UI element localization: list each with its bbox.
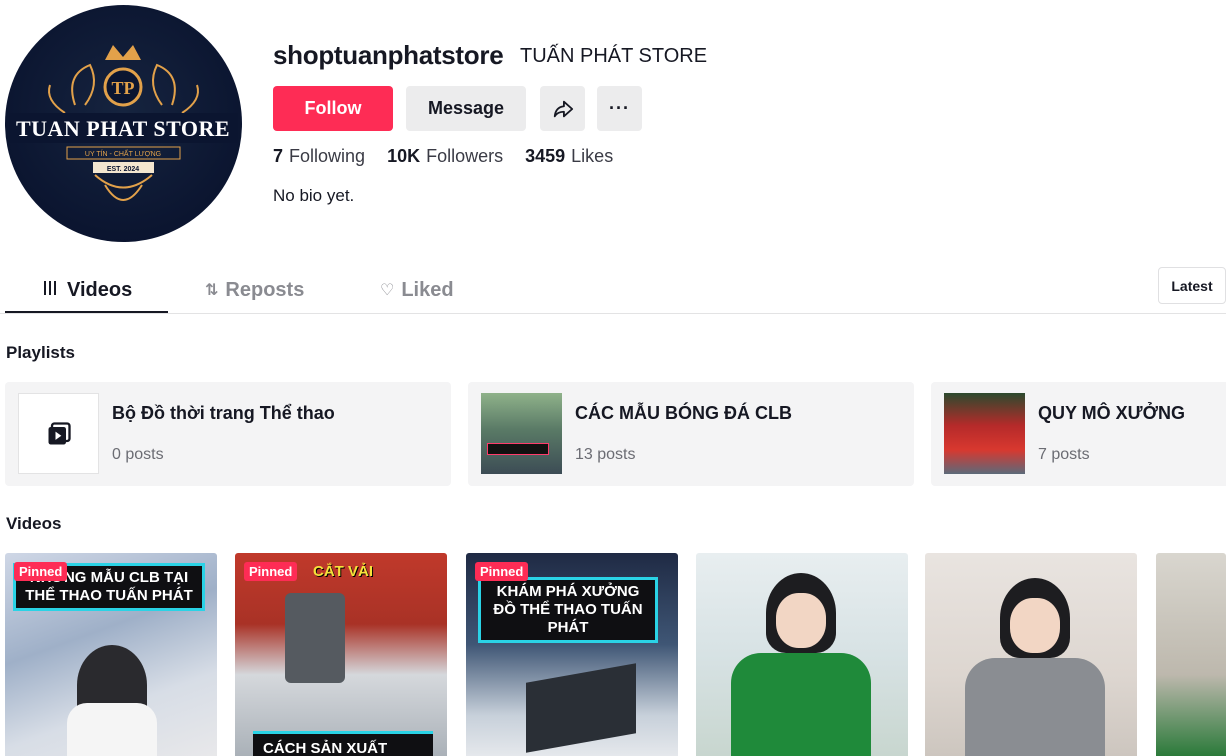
tab-liked[interactable]: ♡ Liked — [380, 266, 454, 314]
playlist-count: 13 posts — [575, 446, 636, 463]
tab-reposts-label: Reposts — [225, 278, 305, 301]
logo-est: EST. 2024 — [107, 166, 139, 173]
following-label: Following — [289, 146, 366, 166]
sort-latest-button[interactable]: Latest — [1158, 267, 1226, 304]
playlist-card[interactable]: CÁC MẪU BÓNG ĐÁ CLB 13 posts — [468, 382, 914, 486]
playlist-count: 0 posts — [112, 446, 164, 463]
video-caption: KHÁM PHÁ XƯỞNG ĐỒ THỂ THAO TUẤN PHÁT — [478, 577, 658, 643]
playlists-heading: Playlists — [6, 343, 75, 362]
tab-active-indicator — [5, 311, 168, 313]
logo-tagline: UY TÍN - CHẤT LƯỢNG — [85, 148, 161, 158]
likes-count: 3459 — [525, 146, 566, 166]
following-stat[interactable]: 7 Following — [273, 146, 365, 167]
share-button[interactable] — [540, 86, 585, 131]
more-options-button[interactable]: ··· — [597, 86, 642, 131]
profile-tabs: Videos ⇅ Reposts ♡ Liked — [0, 266, 1226, 314]
pinned-badge: Pinned — [475, 562, 529, 581]
follow-button[interactable]: Follow — [273, 86, 393, 131]
nickname: TUẤN PHÁT STORE — [520, 45, 708, 67]
pinned-badge: Pinned — [244, 562, 298, 581]
share-icon — [553, 100, 573, 117]
video-card[interactable]: Pinned NHỮNG MẪU CLB TẠI THỂ THAO TUẤN P… — [5, 553, 217, 756]
video-card[interactable]: Pinned KHÁM PHÁ XƯỞNG ĐỒ THỂ THAO TUẤN P… — [466, 553, 678, 756]
store-logo: TP TUAN PHAT STORE UY TÍN - CHẤT LƯỢNG E… — [9, 45, 238, 201]
followers-count: 10K — [387, 146, 421, 166]
tab-reposts[interactable]: ⇅ Reposts — [205, 266, 304, 314]
playlist-thumbnail — [944, 393, 1025, 474]
username: shoptuanphatstore — [273, 40, 504, 70]
videos-heading: Videos — [6, 514, 62, 533]
video-card[interactable] — [696, 553, 908, 756]
profile-bio: No bio yet. — [273, 186, 355, 205]
video-bottom-caption: CÁCH SẢN XUẤT MỘT — [253, 731, 433, 756]
video-card[interactable] — [925, 553, 1137, 756]
likes-stat: 3459 Likes — [525, 146, 613, 167]
profile-stats: 7 Following 10K Followers 3459 Likes — [273, 146, 613, 167]
grid-icon — [44, 280, 60, 300]
tab-videos-label: Videos — [67, 278, 133, 301]
avatar[interactable]: TP TUAN PHAT STORE UY TÍN - CHẤT LƯỢNG E… — [5, 5, 242, 242]
video-caption: CẮT VẢI — [313, 563, 373, 580]
message-button[interactable]: Message — [406, 86, 526, 131]
followers-label: Followers — [426, 146, 504, 166]
video-card[interactable] — [1156, 553, 1226, 756]
playlist-title: CÁC MẪU BÓNG ĐÁ CLB — [575, 403, 792, 423]
playlist-title: QUY MÔ XƯỞNG — [1038, 403, 1185, 423]
playlist-icon — [48, 421, 71, 444]
playlist-count: 7 posts — [1038, 446, 1090, 463]
logo-name: TUAN PHAT STORE — [16, 116, 230, 141]
playlist-thumbnail — [481, 393, 562, 474]
following-count: 7 — [273, 146, 284, 166]
likes-label: Likes — [571, 146, 614, 166]
repost-icon: ⇅ — [205, 282, 219, 299]
playlist-title: Bộ Đồ thời trang Thể thao — [112, 403, 335, 423]
playlist-card[interactable]: Bộ Đồ thời trang Thể thao 0 posts — [5, 382, 451, 486]
playlist-thumbnail — [18, 393, 99, 474]
heart-slash-icon: ♡ — [380, 282, 395, 299]
followers-stat[interactable]: 10K Followers — [387, 146, 503, 167]
playlist-card[interactable]: QUY MÔ XƯỞNG 7 posts — [931, 382, 1226, 486]
tab-videos[interactable]: Videos — [44, 266, 132, 314]
video-card[interactable]: Pinned CẮT VẢI CÁCH SẢN XUẤT MỘT — [235, 553, 447, 756]
logo-monogram: TP — [111, 78, 134, 98]
pinned-badge: Pinned — [14, 562, 68, 581]
tab-liked-label: Liked — [401, 278, 454, 301]
